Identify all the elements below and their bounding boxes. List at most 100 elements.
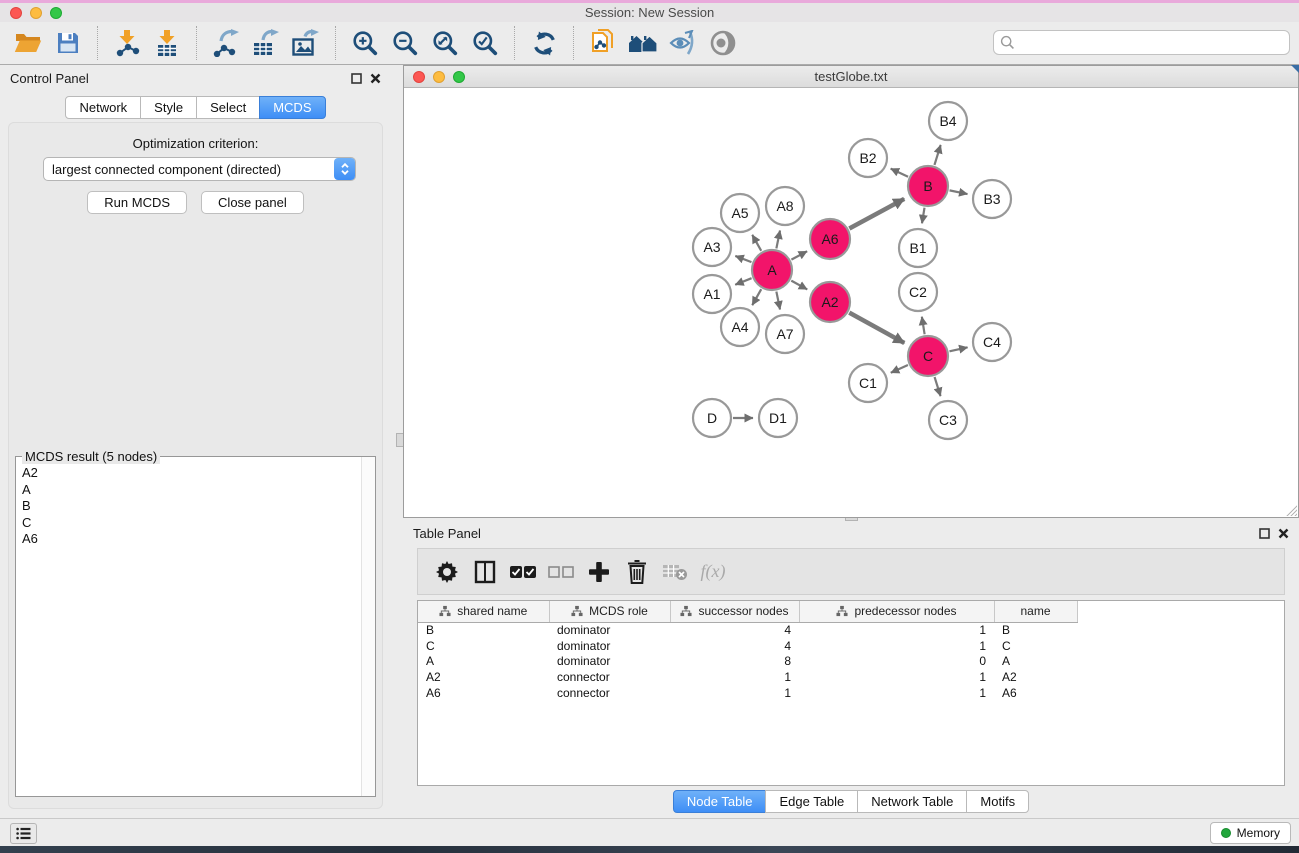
tab-node-table[interactable]: Node Table [673, 790, 767, 813]
home-icon[interactable] [625, 25, 661, 61]
tab-network-table[interactable]: Network Table [857, 790, 967, 813]
table-cell[interactable]: 8 [670, 654, 799, 670]
zoom-window-button[interactable] [50, 7, 62, 19]
import-table-icon[interactable] [149, 25, 185, 61]
column-header-predecessor-nodes[interactable]: predecessor nodes [799, 601, 994, 622]
table-cell[interactable]: A2 [994, 669, 1077, 685]
import-network-icon[interactable] [109, 25, 145, 61]
zoom-out-icon[interactable] [387, 25, 423, 61]
table-row[interactable]: Adominator80A [418, 654, 1077, 670]
zoom-fit-icon[interactable] [427, 25, 463, 61]
graph-node-C4[interactable]: C4 [973, 323, 1011, 361]
tab-network[interactable]: Network [65, 96, 141, 119]
column-header-mcds-role[interactable]: MCDS role [549, 601, 670, 622]
graph-edge-A-A6[interactable] [791, 251, 807, 259]
network-zoom-button[interactable] [453, 71, 465, 83]
graph-node-B3[interactable]: B3 [973, 180, 1011, 218]
graph-node-A4[interactable]: A4 [721, 308, 759, 346]
table-cell[interactable]: C [418, 638, 549, 654]
table-cell[interactable]: 1 [799, 622, 994, 638]
task-history-button[interactable] [10, 823, 37, 844]
graph-edge-A6-B[interactable] [849, 199, 904, 229]
graph-edge-A-A2[interactable] [791, 281, 807, 290]
close-panel-button[interactable]: Close panel [201, 191, 304, 214]
table-row[interactable]: Bdominator41B [418, 622, 1077, 638]
delete-column-icon[interactable] [619, 554, 655, 590]
refresh-layout-icon[interactable] [526, 25, 562, 61]
table-row[interactable]: A6connector11A6 [418, 685, 1077, 701]
save-session-icon[interactable] [50, 25, 86, 61]
table-row[interactable]: A2connector11A2 [418, 669, 1077, 685]
graph-edge-A-A8[interactable] [776, 230, 780, 248]
window-resize-corner[interactable] [1291, 65, 1299, 73]
table-cell[interactable]: B [418, 622, 549, 638]
export-image-icon[interactable] [288, 25, 324, 61]
table-cell[interactable]: A6 [418, 685, 549, 701]
open-session-icon[interactable] [10, 25, 46, 61]
graph-node-B[interactable]: B [908, 166, 948, 206]
graph-edge-C-C4[interactable] [949, 347, 967, 351]
export-network-icon[interactable] [208, 25, 244, 61]
run-mcds-button[interactable]: Run MCDS [87, 191, 187, 214]
duplicate-network-icon[interactable] [585, 25, 621, 61]
close-panel-icon[interactable] [1278, 528, 1289, 539]
graph-node-C2[interactable]: C2 [899, 273, 937, 311]
close-window-button[interactable] [10, 7, 22, 19]
tab-select[interactable]: Select [196, 96, 260, 119]
graph-edge-C-C3[interactable] [935, 377, 941, 396]
result-scrollbar[interactable] [361, 457, 375, 796]
tab-motifs[interactable]: Motifs [966, 790, 1029, 813]
close-panel-icon[interactable] [370, 73, 381, 84]
network-canvas[interactable]: AA1A2A3A4A5A6A7A8BB1B2B3B4CC1C2C3C4DD1 [404, 88, 1298, 517]
graph-edge-B-B1[interactable] [922, 208, 925, 224]
search-input[interactable] [993, 30, 1290, 55]
export-table-icon[interactable] [248, 25, 284, 61]
float-panel-icon[interactable] [351, 73, 362, 84]
table-cell[interactable]: dominator [549, 654, 670, 670]
graph-edge-A-A4[interactable] [752, 289, 761, 305]
table-cell[interactable]: 1 [799, 685, 994, 701]
show-column-icon[interactable] [467, 554, 503, 590]
table-cell[interactable]: A [994, 654, 1077, 670]
table-cell[interactable]: A2 [418, 669, 549, 685]
select-all-rows-icon[interactable] [505, 554, 541, 590]
table-cell[interactable]: 1 [670, 669, 799, 685]
graph-edge-A-A7[interactable] [776, 292, 780, 310]
graph-node-D1[interactable]: D1 [759, 399, 797, 437]
table-cell[interactable]: dominator [549, 622, 670, 638]
network-window-titlebar[interactable]: testGlobe.txt [404, 66, 1298, 88]
mcds-result-item[interactable]: A [16, 482, 360, 499]
column-header-shared-name[interactable]: shared name [418, 601, 549, 622]
canvas-resize-grip[interactable] [1285, 504, 1297, 516]
graph-edge-B-B2[interactable] [891, 169, 908, 177]
graph-node-C3[interactable]: C3 [929, 401, 967, 439]
mcds-result-item[interactable]: A6 [16, 531, 360, 548]
tab-edge-table[interactable]: Edge Table [765, 790, 858, 813]
add-column-icon[interactable] [581, 554, 617, 590]
graph-edge-C-C2[interactable] [922, 317, 925, 335]
table-cell[interactable]: 4 [670, 638, 799, 654]
network-close-button[interactable] [413, 71, 425, 83]
table-cell[interactable]: 4 [670, 622, 799, 638]
table-cell[interactable]: 1 [799, 669, 994, 685]
graph-edge-B-B3[interactable] [950, 190, 968, 194]
graph-edge-A-A5[interactable] [752, 235, 761, 251]
table-cell[interactable]: 1 [670, 685, 799, 701]
graph-node-D[interactable]: D [693, 399, 731, 437]
table-cell[interactable]: dominator [549, 638, 670, 654]
memory-button[interactable]: Memory [1210, 822, 1291, 844]
minimize-window-button[interactable] [30, 7, 42, 19]
graph-edge-A-A1[interactable] [735, 278, 751, 285]
table-cell[interactable]: A6 [994, 685, 1077, 701]
graph-node-A6[interactable]: A6 [810, 219, 850, 259]
column-header-successor-nodes[interactable]: successor nodes [670, 601, 799, 622]
table-cell[interactable]: A [418, 654, 549, 670]
table-cell[interactable]: C [994, 638, 1077, 654]
hide-details-icon[interactable] [665, 25, 701, 61]
deselect-all-rows-icon[interactable] [543, 554, 579, 590]
mcds-result-item[interactable]: C [16, 515, 360, 532]
table-cell[interactable]: 1 [799, 638, 994, 654]
graph-edge-C-C1[interactable] [891, 365, 908, 373]
delete-table-icon[interactable] [657, 554, 693, 590]
settings-gear-icon[interactable] [429, 554, 465, 590]
